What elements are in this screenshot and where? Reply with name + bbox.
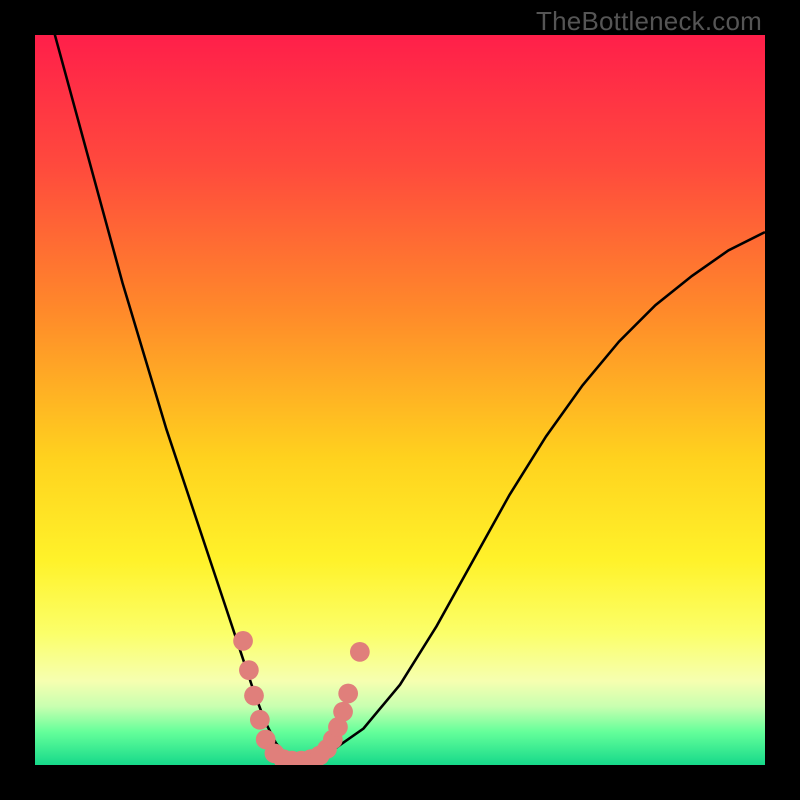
curve-layer [35,35,765,765]
chart-frame: TheBottleneck.com [0,0,800,800]
curve-marker [338,684,358,704]
curve-marker [239,660,259,680]
marker-group [233,631,370,765]
watermark-text: TheBottleneck.com [536,6,762,37]
curve-marker [350,642,370,662]
curve-marker [333,702,353,722]
curve-marker [233,631,253,651]
plot-area [35,35,765,765]
bottleneck-curve [35,35,765,761]
curve-marker [244,686,264,706]
curve-marker [250,710,270,730]
